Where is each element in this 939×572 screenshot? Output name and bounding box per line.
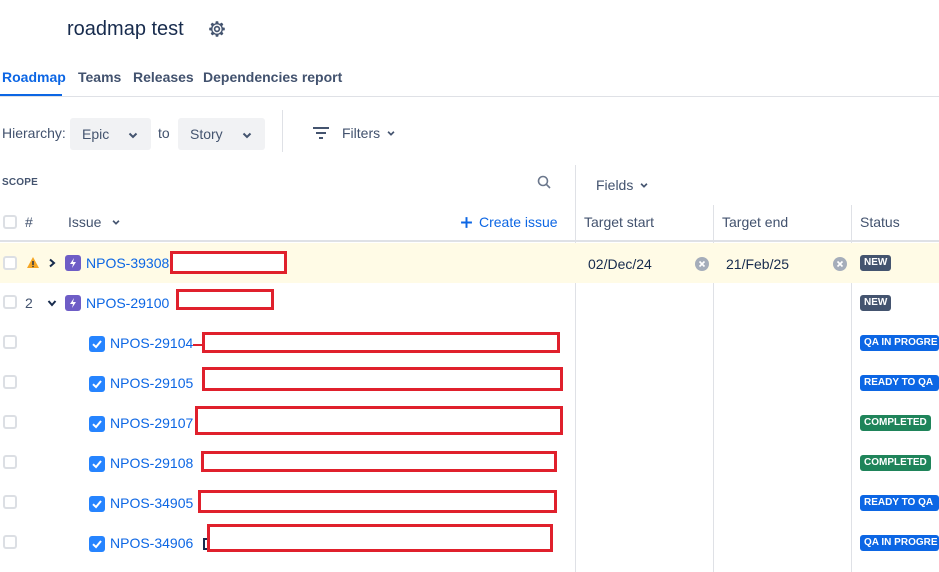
row-checkbox[interactable] [3,415,17,429]
clear-icon[interactable] [695,257,709,271]
column-target-end-header[interactable]: Target end [722,214,788,230]
column-issue-header[interactable]: Issue [68,214,121,230]
row-checkbox[interactable] [3,256,17,270]
column-target-start-header[interactable]: Target start [584,214,654,230]
clear-icon[interactable] [833,257,847,271]
hierarchy-to-label: to [158,125,170,141]
filters-button[interactable]: Filters [312,125,396,141]
hierarchy-from-select[interactable]: Epic [70,118,151,150]
select-all-checkbox[interactable] [3,215,17,229]
redacted-summary [198,490,557,513]
column-status-header[interactable]: Status [860,214,900,230]
column-number-header: # [25,214,33,230]
status-badge: COMPLETED [860,455,931,471]
target-end-value[interactable]: 21/Feb/25 [726,256,789,272]
gear-icon[interactable] [206,18,228,40]
tab-dependencies-report[interactable]: Dependencies report [203,69,342,85]
toolbar-divider [282,110,283,152]
hierarchy-label: Hierarchy: [2,125,66,141]
story-icon [89,496,105,512]
status-badge: COMPLETED [860,415,931,431]
chevron-down-icon [112,220,120,225]
issue-key-link[interactable]: NPOS-29100 [86,295,169,311]
issue-key-link[interactable]: NPOS-29107 [110,415,193,431]
story-icon [89,456,105,472]
issue-key-link[interactable]: NPOS-34906 [110,535,193,551]
redacted-summary [195,406,563,435]
status-badge: QA IN PROGRE [860,335,939,351]
issue-key-link[interactable]: NPOS-34905 [110,495,193,511]
chevron-right-icon[interactable] [47,258,57,268]
redacted-summary [207,524,553,552]
issue-key-link[interactable]: NPOS-39308 [86,255,169,271]
fields-label: Fields [596,177,634,193]
row-checkbox[interactable] [3,335,17,349]
story-icon [89,376,105,392]
epic-icon [65,295,81,311]
row-number: 2 [25,295,33,311]
redacted-summary [170,251,287,274]
filter-icon [313,127,329,139]
row-checkbox[interactable] [3,295,17,309]
target-start-value[interactable]: 02/Dec/24 [588,256,652,272]
status-badge: NEW [860,255,892,271]
plus-icon [461,216,472,228]
redacted-summary [201,451,557,472]
hierarchy-from-value: Epic [82,126,110,142]
create-issue-label: Create issue [479,214,558,230]
story-icon [89,536,105,552]
hierarchy-to-select[interactable]: Story [178,118,265,150]
issue-key-link[interactable]: NPOS-29108 [110,455,193,471]
column-issue-label: Issue [68,214,102,230]
search-icon[interactable] [537,175,551,189]
filters-label: Filters [342,125,381,141]
tab-releases[interactable]: Releases [133,69,194,85]
redacted-summary [176,289,274,310]
status-badge: QA IN PROGRE [860,535,939,551]
row-checkbox[interactable] [3,375,17,389]
chevron-down-icon [128,132,138,139]
warning-icon [27,257,39,268]
redacted-summary [202,367,563,391]
fields-button[interactable]: Fields [596,177,649,193]
status-badge: NEW [860,295,892,311]
table-header-border [0,240,939,242]
scope-label: SCOPE [2,177,39,188]
story-icon [89,416,105,432]
issue-key-link[interactable]: NPOS-29105 [110,375,193,391]
nav-divider [0,96,939,97]
chevron-down-icon [640,183,648,188]
tab-teams[interactable]: Teams [78,69,121,85]
chevron-down-icon[interactable] [47,298,57,308]
epic-icon [65,255,81,271]
hierarchy-to-value: Story [190,126,223,142]
status-badge: READY TO QA [860,375,939,391]
tab-roadmap[interactable]: Roadmap [2,69,66,85]
redacted-summary [202,332,560,353]
status-badge: READY TO QA [860,495,939,511]
page-title: roadmap test [67,18,184,40]
chevron-down-icon [242,132,252,139]
issue-key-link[interactable]: NPOS-29104 [110,335,193,351]
create-issue-button[interactable]: Create issue [460,214,558,230]
story-icon [89,336,105,352]
row-checkbox[interactable] [3,535,17,549]
row-checkbox[interactable] [3,455,17,469]
chevron-down-icon [387,131,395,136]
row-checkbox[interactable] [3,495,17,509]
